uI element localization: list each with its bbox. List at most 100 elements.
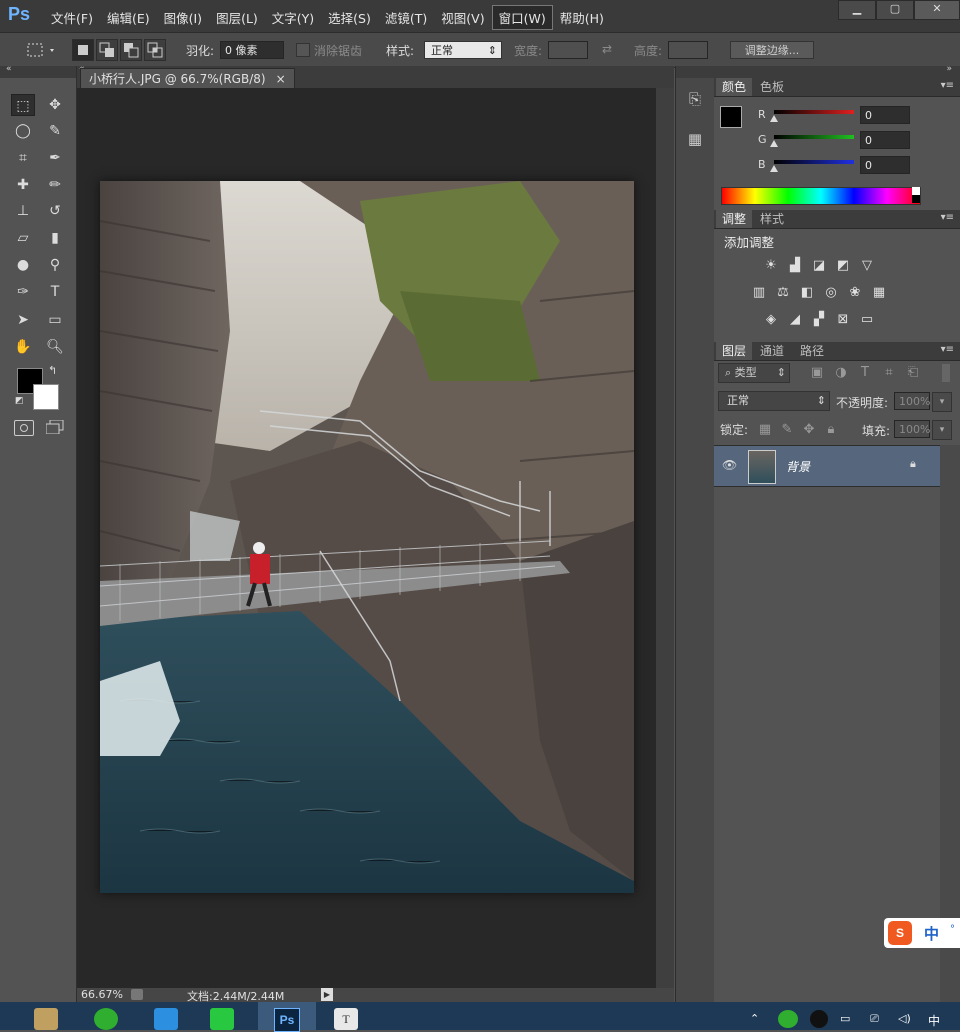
layer-filter-select[interactable]: ⌕ 类型 ⇕	[718, 363, 790, 383]
add-selection-button[interactable]	[96, 39, 118, 61]
slider-thumb[interactable]	[770, 165, 778, 172]
swap-colors-icon[interactable]: ↰	[48, 364, 57, 377]
brush-icon[interactable]: ✏	[43, 174, 67, 196]
tray-expand-icon[interactable]: ⌃	[750, 1012, 759, 1025]
healing-icon[interactable]: ✚	[11, 174, 35, 196]
properties-panel-icon[interactable]: ▦	[684, 130, 706, 152]
zoom-icon[interactable]: 🔍︎	[43, 336, 67, 358]
menu-item[interactable]: 窗口(W)	[491, 5, 553, 30]
tab-swatches[interactable]: 色板	[754, 78, 790, 96]
channel-slider[interactable]	[774, 110, 854, 114]
collapse-icon[interactable]: «	[6, 64, 12, 74]
fill-input[interactable]: 100%	[894, 420, 930, 438]
blend-mode-select[interactable]: 正常 ⇕	[718, 391, 830, 411]
marquee-icon[interactable]: ⬚	[11, 94, 35, 116]
color-spectrum-ramp[interactable]	[721, 187, 921, 205]
gradient-map-icon[interactable]: ⊠	[834, 312, 852, 328]
panel-menu-icon[interactable]: ▾≡	[941, 212, 954, 223]
status-menu-arrow-icon[interactable]: ▶	[321, 988, 333, 1001]
history-panel-icon[interactable]: ⎘	[684, 90, 706, 112]
tab-styles[interactable]: 样式	[754, 210, 790, 228]
expand-right-icon[interactable]: »	[946, 64, 952, 74]
slider-thumb[interactable]	[770, 140, 778, 147]
threshold-icon[interactable]: ▞	[810, 312, 828, 328]
hand-icon[interactable]: ✋	[11, 336, 35, 358]
color-panel-foreground-swatch[interactable]	[720, 106, 742, 128]
filter-type-icon[interactable]: T	[856, 365, 874, 381]
filter-smart-object-icon[interactable]: ⎗	[904, 365, 922, 381]
menu-item[interactable]: 滤镜(T)	[378, 5, 434, 30]
tray-volume-icon[interactable]: ◁)	[898, 1012, 911, 1025]
quick-mask-icon[interactable]	[14, 420, 34, 436]
ime-status-bar[interactable]: S 中 °	[884, 918, 960, 948]
tray-qq-icon[interactable]	[810, 1010, 828, 1028]
slider-thumb[interactable]	[770, 115, 778, 122]
maximize-button[interactable]: ▢	[876, 0, 914, 20]
rectangle-icon[interactable]: ▭	[43, 309, 67, 331]
subtract-selection-button[interactable]	[120, 39, 142, 61]
vibrance-icon[interactable]: ▽	[858, 258, 876, 274]
stamp-icon[interactable]: ⊥	[11, 200, 35, 222]
photo-image[interactable]	[100, 181, 634, 893]
panel-menu-icon[interactable]: ▾≡	[941, 344, 954, 355]
tab-adjustments[interactable]: 调整	[716, 210, 753, 228]
style-select[interactable]: 正常 ⇕	[424, 41, 502, 59]
default-colors-icon[interactable]: ◩	[15, 396, 24, 406]
layer-visibility-eye-icon[interactable]: 👁︎	[722, 458, 737, 472]
channel-slider[interactable]	[774, 160, 854, 164]
feather-input[interactable]: 0 像素	[220, 41, 284, 59]
black-white-icon[interactable]: ◧	[798, 285, 816, 301]
filter-adjustment-icon[interactable]: ◑	[832, 365, 850, 381]
exposure-icon[interactable]: ◩	[834, 258, 852, 274]
menu-item[interactable]: 文件(F)	[44, 5, 100, 30]
menu-item[interactable]: 文字(Y)	[265, 5, 321, 30]
channel-value-input[interactable]: 0	[860, 156, 910, 174]
close-tab-icon[interactable]: ×	[276, 69, 286, 89]
hue-saturation-icon[interactable]: ▥	[750, 285, 768, 301]
layer-row-background[interactable]: 👁︎ 背景 🔒︎	[714, 445, 940, 487]
filter-pixel-icon[interactable]: ▣	[808, 365, 826, 381]
path-select-icon[interactable]: ➤	[11, 309, 35, 331]
green-app-icon[interactable]	[210, 1008, 234, 1030]
tab-paths[interactable]: 路径	[794, 342, 830, 360]
document-tab[interactable]: 小桥行人.JPG @ 66.7%(RGB/8) ×	[80, 68, 295, 89]
lock-pixels-icon[interactable]: ✎	[778, 422, 796, 438]
search-app-icon[interactable]	[154, 1008, 178, 1030]
text-app-icon[interactable]: T	[334, 1008, 358, 1030]
eraser-icon[interactable]: ▱	[11, 227, 35, 249]
width-input[interactable]	[548, 41, 588, 59]
menu-item[interactable]: 图像(I)	[157, 5, 209, 30]
posterize-icon[interactable]: ◢	[786, 312, 804, 328]
menu-item[interactable]: 视图(V)	[434, 5, 491, 30]
tray-ime-label[interactable]: 中	[928, 1012, 940, 1029]
selective-color-icon[interactable]: ▭	[858, 312, 876, 328]
levels-icon[interactable]: ▟	[786, 258, 804, 274]
tray-network-icon[interactable]: ⎚	[870, 1012, 879, 1026]
swap-icon[interactable]: ⇄	[602, 42, 612, 56]
channel-value-input[interactable]: 0	[860, 106, 910, 124]
spectrum-white-swatch[interactable]	[912, 187, 920, 195]
channel-mixer-icon[interactable]: ❀	[846, 285, 864, 301]
close-button[interactable]: ✕	[914, 0, 960, 20]
lock-position-icon[interactable]: ✥	[800, 422, 818, 438]
menu-item[interactable]: 编辑(E)	[100, 5, 157, 30]
minimize-button[interactable]: ▁	[838, 0, 876, 20]
opacity-dropdown-icon[interactable]: ▾	[932, 392, 952, 412]
opacity-input[interactable]: 100%	[894, 392, 930, 410]
curves-icon[interactable]: ◪	[810, 258, 828, 274]
wechat-icon[interactable]	[94, 1008, 118, 1030]
lock-all-icon[interactable]: 🔒︎	[822, 422, 840, 438]
panel-menu-icon[interactable]: ▾≡	[941, 80, 954, 91]
status-info-icon[interactable]	[131, 989, 143, 1000]
zoom-level[interactable]: 66.67%	[81, 988, 123, 1001]
history-brush-icon[interactable]: ↺	[43, 200, 67, 222]
brightness-contrast-icon[interactable]: ☀	[762, 258, 780, 274]
fill-dropdown-icon[interactable]: ▾	[932, 420, 952, 440]
dodge-icon[interactable]: ⚲	[43, 254, 67, 276]
gradient-icon[interactable]: ▮	[43, 227, 67, 249]
photo-filter-icon[interactable]: ◎	[822, 285, 840, 301]
new-selection-button[interactable]	[72, 39, 94, 61]
lasso-icon[interactable]: ◯	[11, 120, 35, 142]
tab-layers[interactable]: 图层	[716, 342, 753, 360]
channel-value-input[interactable]: 0	[860, 131, 910, 149]
